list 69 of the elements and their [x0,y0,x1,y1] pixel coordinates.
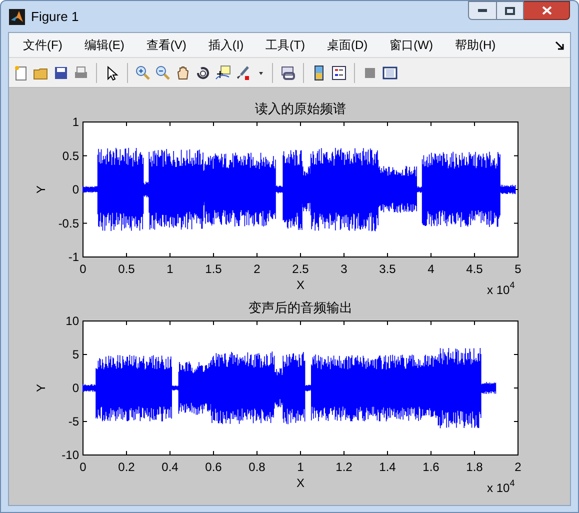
zoom-in-icon[interactable] [135,64,151,80]
tick-label: -1 [68,250,79,264]
menu-item[interactable]: 帮助(H) [448,36,502,54]
close-button[interactable] [524,1,570,20]
window-title: Figure 1 [31,8,79,26]
tick-label: 0 [80,460,86,474]
tick-label: 0.4 [162,460,178,474]
tick-label: -10 [62,448,79,462]
tick-label: 1.4 [379,460,396,474]
maximize-icon [505,6,515,14]
tick-label: -5 [68,414,79,428]
app-icon [9,8,25,24]
tick-label: 4 [428,262,434,276]
axis-label: Y [34,384,48,392]
tick-label: 0.2 [118,460,135,474]
tick-label: 1 [166,262,174,276]
tick-label: 3.5 [379,262,396,276]
close-icon [542,6,552,15]
menu-item[interactable]: 窗口(W) [384,36,439,54]
tick-label: 2.5 [292,262,309,276]
tick-label: 0.5 [62,148,79,163]
menu-item[interactable]: 文件(F) [17,36,68,54]
axis-exponent: x 10$^{4}$ [487,280,515,297]
tick-label: 0.5 [118,262,135,276]
tick-label: 1.2 [336,460,352,474]
legend-icon[interactable] [331,64,347,80]
tick-label: -0.5 [58,216,79,230]
axis-label: X [296,476,304,490]
menu-item[interactable]: 插入(I) [202,36,250,54]
data-cursor-icon[interactable] [215,64,231,80]
save-icon[interactable] [53,64,69,80]
plot-title: 变声后的音频输出 [248,300,352,315]
new-file-icon[interactable] [13,64,29,80]
tick-label: 1.5 [205,262,222,276]
tick-label: 3 [340,262,348,276]
plot-title: 读入的原始频谱 [255,101,346,116]
menu-item[interactable]: 桌面(D) [320,36,374,54]
tick-label: 0.6 [205,460,222,474]
tick-label: 10 [66,314,79,328]
axis-exponent: x 10$^{4}$ [487,478,515,495]
tick-label: 4.5 [466,262,483,276]
tick-label: 0 [72,381,79,395]
hand-icon[interactable] [175,64,191,80]
maximize-button[interactable] [497,1,524,20]
link-plot-icon[interactable] [280,64,296,80]
tick-label: 2 [514,460,522,474]
rotate-icon[interactable] [195,64,211,80]
tick-label: 1.6 [422,460,440,474]
tick-label: 1.8 [466,460,483,474]
zoom-out-icon[interactable] [155,64,171,80]
tick-label: 5 [514,262,522,276]
brush-icon[interactable] [235,64,251,80]
tick-label: 0 [80,262,86,276]
tick-label: 5 [72,348,79,362]
tick-label: 1 [297,460,304,474]
menu-item[interactable]: 查看(V) [140,36,192,54]
menu-item[interactable]: 工具(T) [260,36,311,54]
minimize-icon [478,9,487,12]
tick-label: 2 [254,262,260,276]
axis-label: Y [34,186,48,194]
frame-icon[interactable] [382,64,398,80]
tick-label: 1 [72,115,79,129]
tick-label: 0.8 [248,460,266,474]
dock-arrow-icon[interactable] [555,40,564,50]
tick-label: 0 [72,182,79,196]
menu-item[interactable]: 编辑(E) [78,36,130,54]
minimize-button[interactable] [468,1,497,20]
printer-icon[interactable] [73,64,89,80]
axis-label: X [296,278,304,292]
